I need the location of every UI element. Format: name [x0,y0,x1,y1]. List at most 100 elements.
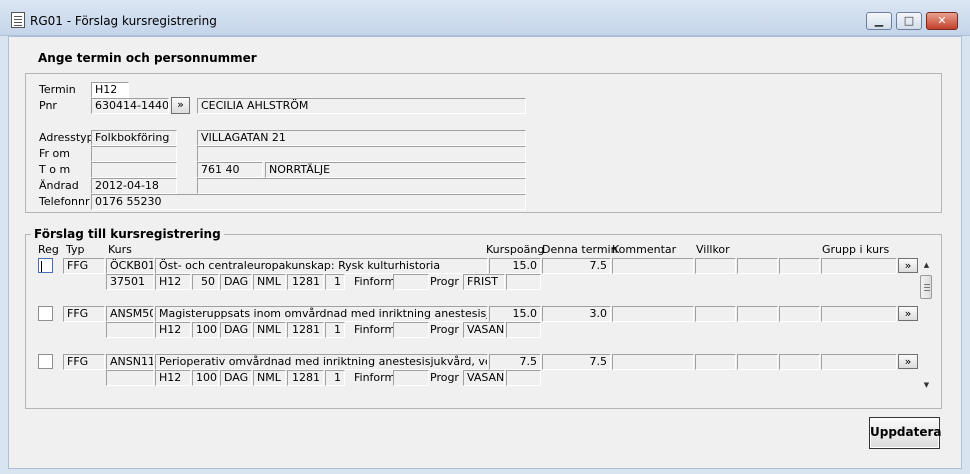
header-kommentar: Kommentar [612,243,677,256]
villkor-field [695,306,736,322]
progr-field: FRIST [463,274,505,290]
andrad-field: 2012-04-18 [91,178,177,194]
kurspoang-field: 15.0 [489,258,541,274]
progr-extra-field [506,370,541,386]
villkor-field-2 [737,258,778,274]
scroll-thumb[interactable] [920,275,932,299]
termin-field: H12 [155,322,191,338]
progr-extra-field [506,322,541,338]
kurskod-field: ANSN11 [106,354,154,370]
kurskod-field: ANSM50 [106,306,154,322]
finform-label: Finform [354,371,396,384]
tid-field: DAG [220,322,252,338]
proposals-heading: Förslag till kursregistrering [31,227,224,241]
finform-field [393,274,429,290]
header-kurspoang: Kurspoäng [486,243,545,256]
kursnamn-field: Öst- och centraleuropakunskap: Rysk kult… [155,258,488,274]
reg-checkbox[interactable] [38,258,53,273]
kommentar-field [612,258,694,274]
tid-field: DAG [220,370,252,386]
nr-field: 1281 [287,370,324,386]
antal-field: 1 [325,322,345,338]
row-more-button[interactable]: » [898,258,918,273]
progr-field: VASAN [463,370,505,386]
antal-field: 1 [325,370,345,386]
telefon-field: 0176 55230 [91,194,526,210]
scroll-up-arrow-icon[interactable]: ▲ [920,260,933,270]
proposal-row: FFG ÖCKB01 Öst- och centraleuropakunskap… [9,258,963,290]
tid-field: DAG [220,274,252,290]
pnr-input[interactable]: 630414-1440 [91,98,169,114]
window-title: RG01 - Förslag kursregistrering [30,14,217,28]
reg-checkbox[interactable] [38,354,53,369]
progr-field: VASAN [463,322,505,338]
header-kurs: Kurs [108,243,132,256]
grupp-field [821,258,897,274]
denna-termin-field: 7.5 [542,258,611,274]
finform-label: Finform [354,275,396,288]
takt-field: 50 [192,274,219,290]
progr-extra-field [506,274,541,290]
denna-termin-field: 3.0 [542,306,611,322]
telefon-label: Telefonnr [39,195,90,208]
maximize-button[interactable]: □ [896,12,922,30]
close-button[interactable]: ✕ [926,12,958,30]
finform-field [393,322,429,338]
termin-label: Termin [39,83,76,96]
title-bar: RG01 - Förslag kursregistrering ▁ □ ✕ [0,0,970,36]
anmkod-field [106,370,154,386]
takt-field: 100 [192,322,219,338]
pnr-lookup-button[interactable]: » [171,97,190,114]
kursnamn-field: Magisteruppsats inom omvårdnad med inrik… [155,306,488,322]
villkor-field [695,258,736,274]
from-field [91,146,177,162]
minimize-button[interactable]: ▁ [866,12,892,30]
person-name-field: CECILIA AHLSTRÖM [197,98,526,114]
typ-field: FFG [63,306,105,322]
takt-field: 100 [192,370,219,386]
grupp-field [821,306,897,322]
niva-field: NML [253,322,286,338]
header-reg: Reg [38,243,59,256]
row-more-button[interactable]: » [898,306,918,321]
progr-label: Progr [430,371,459,384]
address-line1-field: VILLAGATAN 21 [197,130,526,146]
uppdatera-button[interactable]: Uppdatera [869,417,942,449]
document-icon [11,12,25,28]
proposal-row: FFG ANSM50 Magisteruppsats inom omvårdna… [9,306,963,338]
progr-label: Progr [430,323,459,336]
anmkod-field [106,322,154,338]
adresstyp-label: Adresstyp [39,131,94,144]
villkor-field [695,354,736,370]
kurspoang-field: 7.5 [489,354,541,370]
nr-field: 1281 [287,274,324,290]
termin-input[interactable]: H12 [91,82,129,98]
kommentar-field [612,354,694,370]
vertical-scrollbar[interactable]: ▲ ▼ [920,258,933,393]
antal-field: 1 [325,274,345,290]
scroll-down-arrow-icon[interactable]: ▼ [920,380,933,390]
grupp-field [821,354,897,370]
person-section-heading: Ange termin och personnummer [38,51,257,65]
niva-field: NML [253,274,286,290]
adresstyp-field: Folkbokföring [91,130,177,146]
pnr-label: Pnr [39,99,57,112]
villkor-field-3 [779,354,820,370]
anmkod-field: 37501 [106,274,154,290]
termin-field: H12 [155,370,191,386]
kursnamn-field: Perioperativ omvårdnad med inriktning an… [155,354,488,370]
header-typ: Typ [66,243,85,256]
tom-label: T o m [39,163,71,176]
row-more-button[interactable]: » [898,354,918,369]
villkor-field-3 [779,258,820,274]
denna-termin-field: 7.5 [542,354,611,370]
typ-field: FFG [63,258,105,274]
kurskod-field: ÖCKB01 [106,258,154,274]
reg-checkbox[interactable] [38,306,53,321]
header-grupp-i-kurs: Grupp i kurs [822,243,890,256]
andrad-label: Ändrad [39,179,79,192]
nr-field: 1281 [287,322,324,338]
from-label: Fr om [39,147,70,160]
niva-field: NML [253,370,286,386]
villkor-field-2 [737,354,778,370]
